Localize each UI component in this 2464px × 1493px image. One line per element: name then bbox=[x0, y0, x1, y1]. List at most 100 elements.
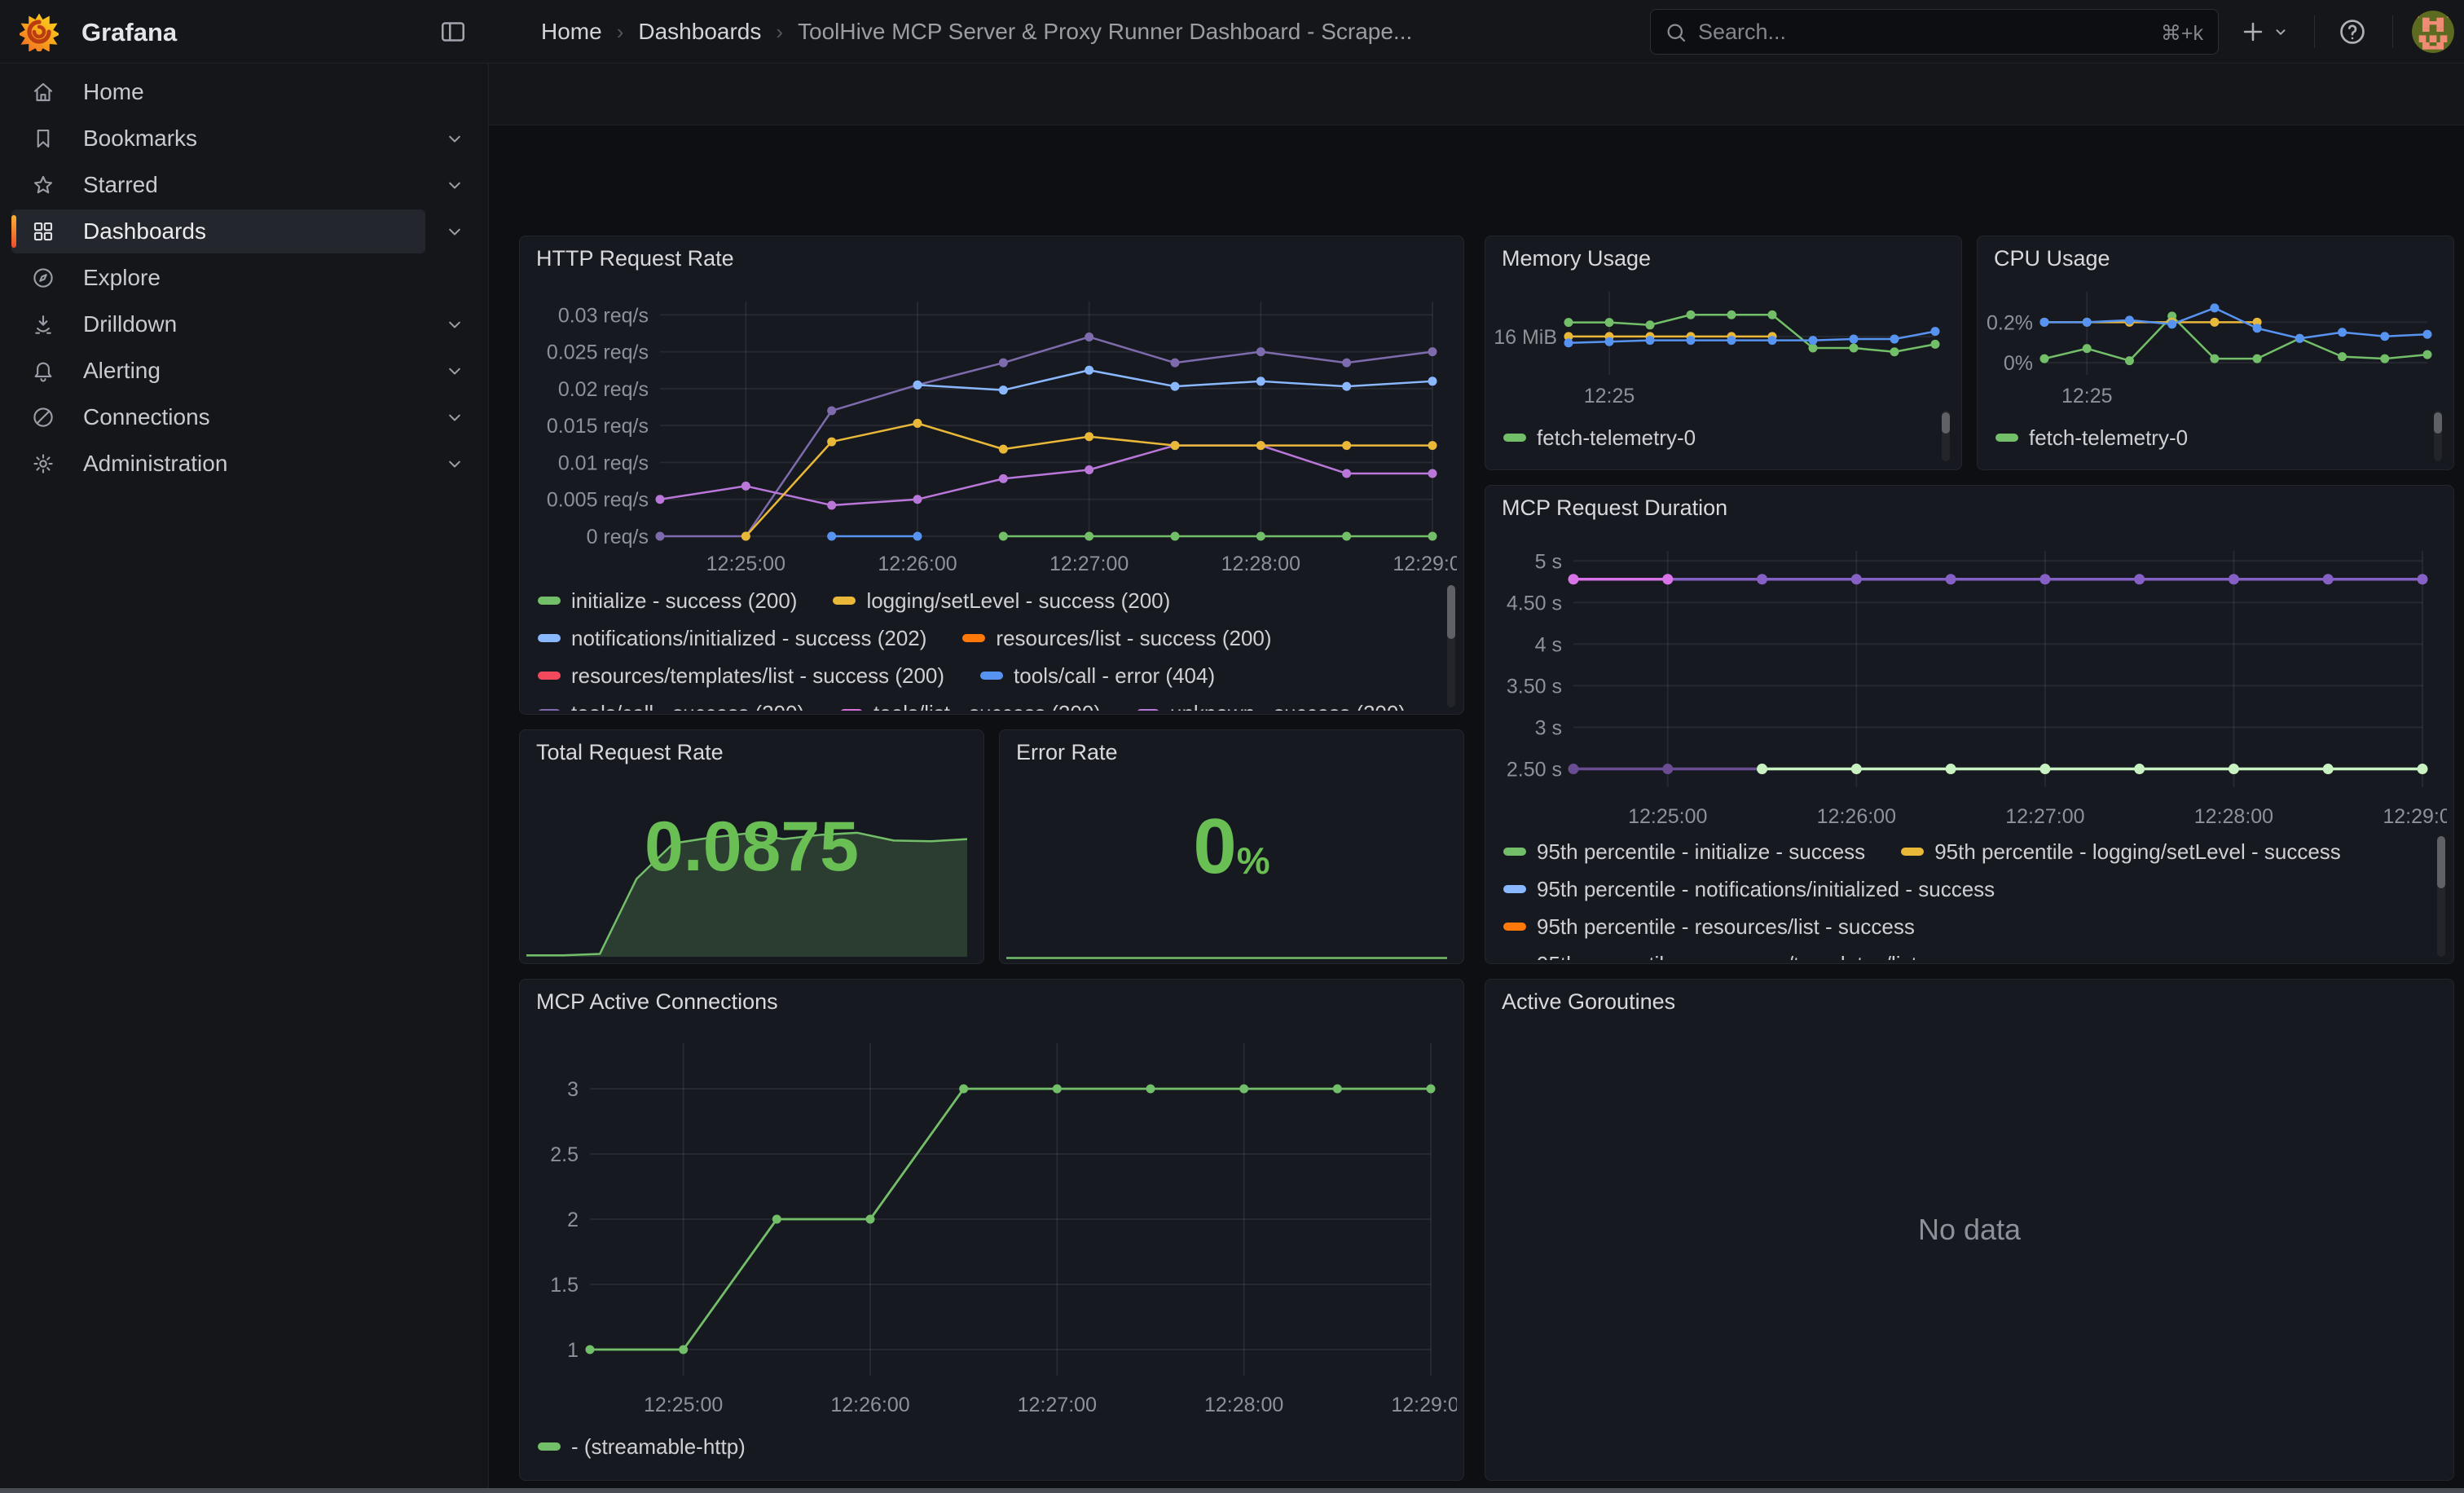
panel-title[interactable]: MCP Active Connections bbox=[536, 989, 778, 1015]
legend-item[interactable]: fetch-telemetry-0 bbox=[1503, 425, 1696, 451]
scrollbar-thumb[interactable] bbox=[1942, 412, 1950, 434]
sidebar-item-administration[interactable]: Administration bbox=[11, 442, 425, 486]
legend-swatch-icon bbox=[538, 1442, 561, 1451]
sidebar-item-label: Home bbox=[83, 79, 144, 105]
horizontal-scrollbar[interactable] bbox=[0, 1488, 2464, 1493]
chevron-down-icon[interactable] bbox=[443, 359, 466, 382]
total-request-rate-value: 0.0875 bbox=[520, 730, 983, 963]
svg-text:12:27:00: 12:27:00 bbox=[1018, 1394, 1097, 1416]
svg-text:2.50 s: 2.50 s bbox=[1507, 759, 1562, 782]
legend-item[interactable]: 95th percentile - resources/list - succe… bbox=[1503, 914, 1915, 940]
scrollbar-thumb[interactable] bbox=[2437, 836, 2445, 888]
star-icon bbox=[31, 173, 55, 197]
user-avatar[interactable] bbox=[2412, 11, 2454, 53]
legend-item[interactable]: notifications/initialized - success (202… bbox=[538, 626, 926, 651]
sidebar-item-connections[interactable]: Connections bbox=[11, 395, 425, 439]
svg-text:12:28:00: 12:28:00 bbox=[1204, 1394, 1283, 1416]
breadcrumb-item[interactable]: Home bbox=[541, 19, 602, 45]
legend-swatch-icon bbox=[962, 634, 985, 642]
breadcrumb: Home›Dashboards›ToolHive MCP Server & Pr… bbox=[541, 0, 1412, 64]
legend-item[interactable]: - (streamable-http) bbox=[538, 1434, 746, 1460]
legend-item[interactable]: resources/templates/list - success (200) bbox=[538, 663, 944, 689]
panel-title[interactable]: CPU Usage bbox=[1994, 246, 2110, 271]
svg-text:0.005 req/s: 0.005 req/s bbox=[547, 489, 649, 512]
chevron-down-icon[interactable] bbox=[443, 174, 466, 196]
legend-item[interactable]: resources/list - success (200) bbox=[962, 626, 1271, 651]
http-request-rate-chart[interactable]: 0 req/s0.005 req/s0.01 req/s0.015 req/s0… bbox=[528, 287, 1457, 577]
legend-item[interactable]: tools/call - error (404) bbox=[980, 663, 1215, 689]
legend-label: logging/setLevel - success (200) bbox=[866, 588, 1170, 614]
panel-http-request-rate: HTTP Request Rate 0 req/s0.005 req/s0.01… bbox=[519, 236, 1464, 715]
panel-mcp-request-duration: MCP Request Duration 5 s4.50 s4 s3.50 s3… bbox=[1485, 485, 2454, 964]
legend-item[interactable]: logging/setLevel - success (200) bbox=[833, 588, 1170, 614]
sidebar-item-dashboards[interactable]: Dashboards bbox=[11, 209, 425, 253]
duration-legend: 95th percentile - initialize - success 95… bbox=[1503, 833, 2408, 960]
legend-item[interactable]: fetch-telemetry-0 bbox=[1995, 425, 2188, 451]
legend-item[interactable]: 95th percentile - logging/setLevel - suc… bbox=[1901, 839, 2341, 865]
search-input[interactable] bbox=[1698, 11, 2122, 53]
sidebar-item-alerting[interactable]: Alerting bbox=[11, 349, 425, 393]
sidebar-item-label: Dashboards bbox=[83, 218, 206, 244]
search-bar[interactable]: ⌘+k bbox=[1650, 9, 2219, 55]
legend-label: 95th percentile - resources/list - succe… bbox=[1537, 914, 1915, 940]
sidebar-item-label: Drilldown bbox=[83, 311, 177, 337]
chevron-down-icon[interactable] bbox=[443, 127, 466, 150]
legend-swatch-icon bbox=[1503, 848, 1526, 856]
help-button[interactable] bbox=[2337, 14, 2368, 50]
svg-text:0.2%: 0.2% bbox=[1987, 311, 2033, 334]
legend-item[interactable]: unknown - success (200) bbox=[1137, 701, 1406, 711]
panel-title[interactable]: HTTP Request Rate bbox=[536, 246, 734, 271]
mcp-request-duration-chart[interactable]: 5 s4.50 s4 s3.50 s3 s2.50 s12:25:0012:26… bbox=[1494, 535, 2447, 830]
chevron-down-icon[interactable] bbox=[443, 406, 466, 429]
svg-text:16 MiB: 16 MiB bbox=[1494, 326, 1557, 349]
legend-swatch-icon bbox=[1901, 848, 1924, 856]
grafana-logo-icon bbox=[20, 12, 59, 51]
panel-title[interactable]: Memory Usage bbox=[1502, 246, 1651, 271]
sidebar-item-starred[interactable]: Starred bbox=[11, 163, 425, 207]
plus-icon bbox=[2239, 18, 2267, 46]
sidebar-item-drilldown[interactable]: Drilldown bbox=[11, 302, 425, 346]
svg-text:12:29:00: 12:29:00 bbox=[2383, 805, 2447, 828]
cpu-usage-chart[interactable]: 0.2%0%12:25 bbox=[1984, 280, 2449, 409]
svg-text:1: 1 bbox=[567, 1339, 579, 1362]
chevron-down-icon[interactable] bbox=[443, 452, 466, 475]
legend-label: 95th percentile - resources/templates/li… bbox=[1537, 952, 2013, 961]
drilldown-icon bbox=[31, 312, 55, 337]
sidebar-item-bookmarks[interactable]: Bookmarks bbox=[11, 117, 425, 161]
svg-text:0 req/s: 0 req/s bbox=[587, 526, 649, 548]
add-new-button[interactable] bbox=[2239, 14, 2290, 50]
svg-text:12:25:00: 12:25:00 bbox=[644, 1394, 723, 1416]
legend-item[interactable]: tools/call - success (200) bbox=[538, 701, 804, 711]
header-divider bbox=[2314, 15, 2315, 48]
svg-text:0%: 0% bbox=[2004, 352, 2033, 375]
breadcrumb-item: ToolHive MCP Server & Proxy Runner Dashb… bbox=[798, 19, 1412, 45]
legend-item[interactable]: tools/list - success (200) bbox=[840, 701, 1101, 711]
svg-text:5 s: 5 s bbox=[1535, 550, 1562, 573]
breadcrumb-item[interactable]: Dashboards bbox=[638, 19, 761, 45]
legend-label: tools/call - success (200) bbox=[571, 701, 804, 711]
home-icon bbox=[31, 80, 55, 104]
legend-label: 95th percentile - notifications/initiali… bbox=[1537, 877, 1995, 902]
legend-item[interactable]: initialize - success (200) bbox=[538, 588, 797, 614]
legend-swatch-icon bbox=[1503, 923, 1526, 931]
svg-text:4 s: 4 s bbox=[1535, 633, 1562, 656]
legend-item[interactable]: 95th percentile - resources/templates/li… bbox=[1503, 952, 2013, 961]
svg-text:12:27:00: 12:27:00 bbox=[1049, 553, 1129, 575]
memory-legend: fetch-telemetry-0 bbox=[1503, 419, 1894, 460]
chevron-down-icon[interactable] bbox=[443, 313, 466, 336]
scrollbar-thumb[interactable] bbox=[2434, 412, 2442, 434]
scrollbar-thumb[interactable] bbox=[1447, 585, 1455, 639]
legend-item[interactable]: 95th percentile - notifications/initiali… bbox=[1503, 877, 1995, 902]
legend-scrollbar bbox=[1942, 411, 1950, 461]
memory-usage-chart[interactable]: 16 MiB12:25 bbox=[1492, 280, 1956, 409]
sidebar-item-home[interactable]: Home bbox=[11, 70, 425, 114]
sidebar-item-explore[interactable]: Explore bbox=[11, 256, 425, 300]
svg-text:12:26:00: 12:26:00 bbox=[830, 1394, 909, 1416]
mcp-active-connections-chart[interactable]: 11.522.5312:25:0012:26:0012:27:0012:28:0… bbox=[528, 1028, 1457, 1418]
sidebar-toggle-icon[interactable] bbox=[438, 17, 468, 46]
legend-item[interactable]: 95th percentile - initialize - success bbox=[1503, 839, 1865, 865]
legend-swatch-icon bbox=[1137, 709, 1159, 711]
chevron-down-icon[interactable] bbox=[443, 220, 466, 243]
legend-label: initialize - success (200) bbox=[571, 588, 797, 614]
panel-title[interactable]: MCP Request Duration bbox=[1502, 495, 1727, 521]
